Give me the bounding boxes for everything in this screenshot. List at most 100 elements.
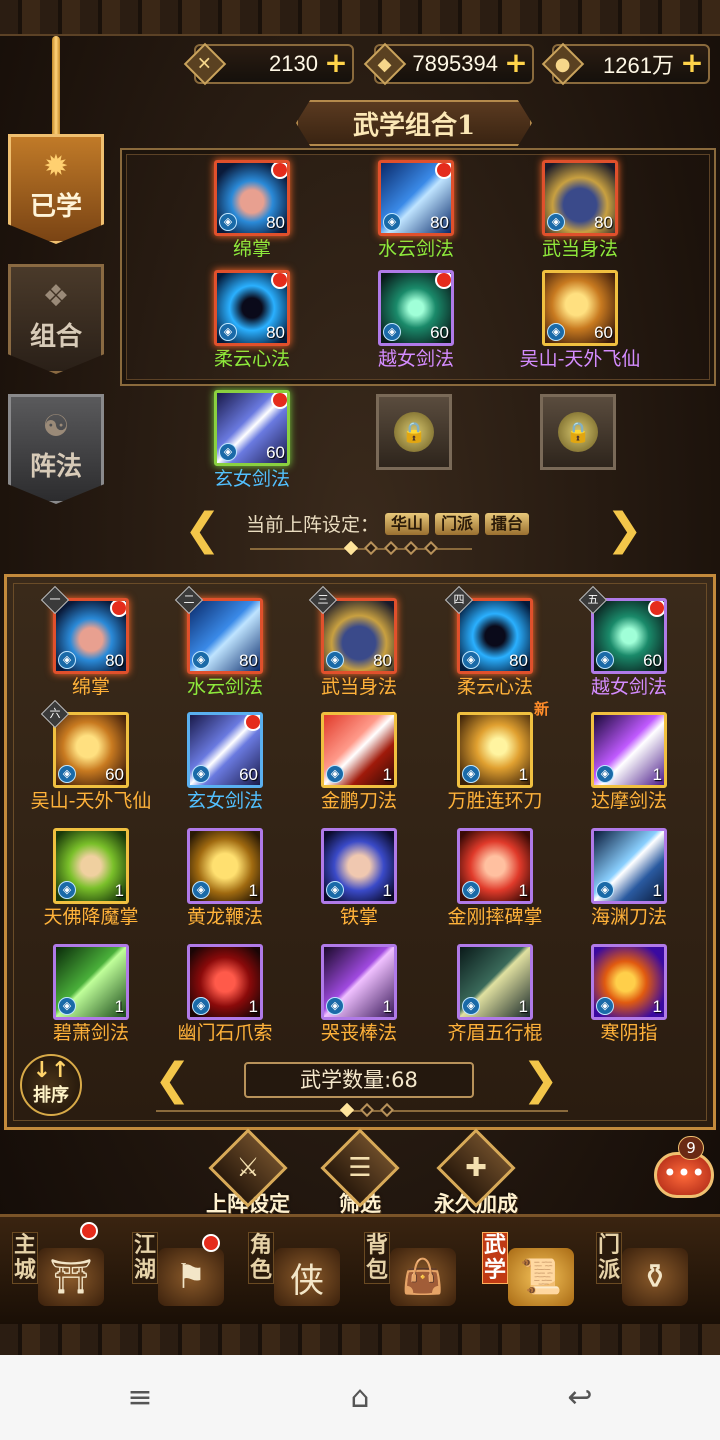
nav-item-3[interactable]: 👜 背包: [352, 1222, 462, 1318]
nav-item-0[interactable]: ⛩ 主城: [0, 1222, 110, 1318]
skill-card[interactable]: ◈ 60 六吴山-天外飞仙: [22, 699, 160, 812]
nav-item-1[interactable]: ⚑ 江湖: [120, 1222, 230, 1318]
skill-name: 柔云心法: [456, 676, 533, 698]
add-stamina-button[interactable]: +: [324, 49, 348, 77]
nav-label: 江湖: [132, 1232, 158, 1284]
skill-type-icon: ◈: [192, 765, 210, 783]
nav-label: 背包: [364, 1232, 390, 1284]
skill-name: 金鹏刀法: [320, 790, 397, 812]
skill-card[interactable]: ◈ 80 三武当身法: [290, 585, 428, 698]
skill-name: 寒阴指: [600, 1022, 658, 1044]
skill-card[interactable]: ◈ 1 哭丧棒法: [290, 944, 428, 1044]
blueblade-skill-icon: ◈ 1: [591, 828, 667, 904]
boot-skill-icon: ◈ 80: [542, 160, 618, 236]
page-dot: [339, 1102, 355, 1118]
skill-type-icon: ◈: [192, 881, 210, 899]
skill-card[interactable]: ◈ 80 武当身法: [510, 160, 650, 260]
skill-level: 1: [652, 765, 662, 784]
locked-slot[interactable]: 🔒: [376, 394, 452, 470]
filter-button[interactable]: ☰ 筛选: [320, 1128, 400, 1218]
meditate-skill-icon: ◈ 80: [214, 270, 290, 346]
skill-level: 80: [266, 323, 285, 342]
skill-card[interactable]: ◈ 1 幽门石爪索: [156, 944, 294, 1044]
boot-skill-icon: ◈ 80: [321, 598, 397, 674]
skill-card[interactable]: ◈ 80 一绵掌: [22, 585, 160, 698]
tab-formation[interactable]: ☯ 阵法: [8, 394, 104, 504]
skill-card[interactable]: ◈ 80 水云剑法: [346, 160, 486, 260]
skill-level: 60: [239, 765, 258, 784]
skill-type-icon: ◈: [219, 443, 237, 461]
sort-label: 排序: [33, 1085, 69, 1106]
deploy-settings-button[interactable]: ⚔ 上阵设定: [200, 1128, 296, 1218]
skill-type-icon: ◈: [596, 997, 614, 1015]
skill-card[interactable]: ◈ 80 绵掌: [182, 160, 322, 260]
slot-index: 三: [317, 593, 329, 606]
next-page-arrow-icon[interactable]: ❯: [522, 1058, 559, 1102]
skill-card[interactable]: ◈ 1 天佛降魔掌: [22, 828, 160, 928]
skill-card[interactable]: ◈ 1 铁掌: [290, 828, 428, 928]
skill-name: 吴山-天外飞仙: [30, 790, 152, 812]
skill-card[interactable]: ◈ 1 新万胜连环刀: [426, 700, 564, 812]
next-combo-arrow-icon[interactable]: ❯: [606, 508, 643, 552]
menu-icon[interactable]: ≡: [110, 1375, 170, 1419]
notification-dot: [80, 1222, 98, 1240]
skill-card[interactable]: ◈ 60 玄女剑法: [182, 390, 322, 490]
skill-type-icon: ◈: [547, 213, 565, 231]
nav-item-5[interactable]: ⚱ 门派: [584, 1222, 694, 1318]
permanent-bonus-button[interactable]: ✚ 永久加成: [424, 1128, 528, 1218]
skill-type-icon: ◈: [383, 213, 401, 231]
skill-name: 碧萧剑法: [52, 1022, 129, 1044]
skill-level: 1: [518, 765, 528, 784]
nav-item-2[interactable]: 侠角色: [236, 1222, 346, 1318]
skill-level: 80: [594, 213, 613, 232]
diamond-coin-icon: ◆: [363, 42, 407, 86]
formation-setting: 当前上阵设定： 华山 门派 擂台: [246, 510, 530, 537]
notification-dot: [648, 601, 664, 617]
home-icon[interactable]: ⌂: [330, 1375, 390, 1419]
skill-name: 幽门石爪索: [177, 1022, 273, 1044]
locked-slot[interactable]: 🔒: [540, 394, 616, 470]
skill-type-icon: ◈: [596, 881, 614, 899]
skill-type-icon: ◈: [192, 997, 210, 1015]
prev-combo-arrow-icon[interactable]: ❮: [184, 508, 221, 552]
nav-item-4[interactable]: 📜 武学: [470, 1222, 580, 1318]
flute-skill-icon: ◈ 1: [53, 944, 129, 1020]
skill-card[interactable]: ◈ 60 五越女剑法: [560, 585, 698, 698]
skill-card[interactable]: ◈ 60 越女剑法: [346, 270, 486, 370]
skill-card[interactable]: ◈ 1 黄龙鞭法: [156, 828, 294, 928]
skill-card[interactable]: ◈ 60 玄女剑法: [156, 712, 294, 812]
skill-name: 达摩剑法: [590, 790, 667, 812]
character-scroll-icon: 侠: [274, 1248, 340, 1306]
skill-card[interactable]: ◈ 1 齐眉五行棍: [426, 944, 564, 1044]
skill-card[interactable]: ◈ 1 碧萧剑法: [22, 944, 160, 1044]
skill-card[interactable]: ◈ 80 二水云剑法: [156, 585, 294, 698]
skill-card[interactable]: ◈ 1 寒阴指: [560, 944, 698, 1044]
tab-learned[interactable]: ✹ 已学: [8, 134, 104, 244]
skill-name: 武当身法: [320, 676, 397, 698]
skill-card[interactable]: ◈ 80 柔云心法: [182, 270, 322, 370]
skill-card[interactable]: ◈ 1 金刚摔碑掌: [426, 828, 564, 928]
skill-level: 80: [266, 213, 285, 232]
notification-dot: [271, 163, 287, 179]
tab-label: 阵法: [29, 452, 82, 482]
add-silver-button[interactable]: +: [680, 49, 704, 77]
skill-level: 80: [105, 651, 124, 670]
tab-combo[interactable]: ❖ 组合: [8, 264, 104, 374]
skill-type-icon: ◈: [326, 651, 344, 669]
skill-card[interactable]: ◈ 60 吴山-天外飞仙: [510, 270, 650, 370]
skill-card[interactable]: ◈ 1 金鹏刀法: [290, 712, 428, 812]
sort-button[interactable]: ↓↑ 排序: [20, 1054, 82, 1116]
back-icon[interactable]: ↩: [550, 1375, 610, 1419]
page-dot: [403, 540, 419, 556]
skill-level: 60: [594, 323, 613, 342]
skill-card[interactable]: ◈ 1 海渊刀法: [560, 828, 698, 928]
add-ingot-button[interactable]: +: [504, 49, 528, 77]
prev-page-arrow-icon[interactable]: ❮: [154, 1058, 191, 1102]
currency-stamina: ✕ 2130 +: [183, 42, 354, 86]
skill-name: 哭丧棒法: [320, 1022, 397, 1044]
skill-card[interactable]: ◈ 80 四柔云心法: [426, 585, 564, 698]
skill-type-icon: ◈: [462, 997, 480, 1015]
skill-card[interactable]: ◈ 1 达摩剑法: [560, 712, 698, 812]
skill-level: 80: [509, 651, 528, 670]
system-nav-bar: ≡ ⌂ ↩: [0, 1355, 720, 1440]
